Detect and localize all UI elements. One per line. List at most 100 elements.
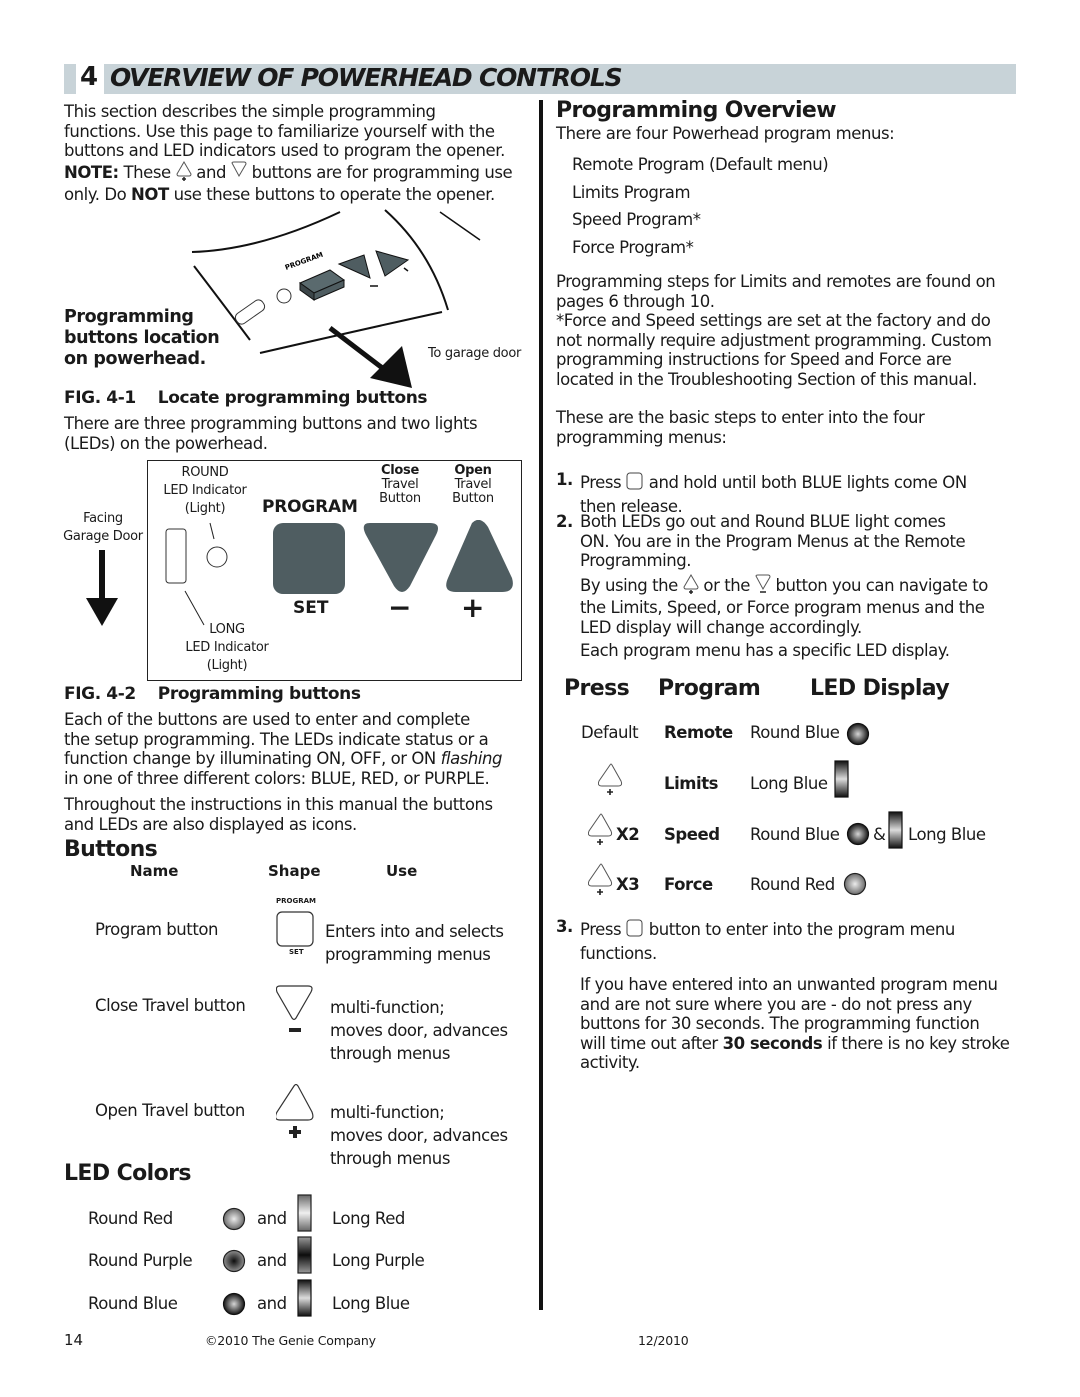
long-led-leader <box>184 590 205 626</box>
led-round-label: Round Red <box>88 1209 173 1228</box>
set-label: SET <box>293 598 329 618</box>
para-line: If you have entered into an unwanted pro… <box>580 975 998 994</box>
note-text: buttons are for programming use <box>246 162 513 182</box>
led-and: and <box>257 1209 287 1228</box>
button-row-name: Program button <box>95 920 218 939</box>
open-travel-button <box>446 520 513 592</box>
powerhead-outline <box>439 211 481 241</box>
close-travel-minus-icon <box>276 985 313 1032</box>
desc-line: (LEDs) on the powerhead. <box>64 433 268 453</box>
open-travel-plus-icon <box>588 863 613 895</box>
plus-mark <box>403 267 409 272</box>
para-line: not normally require adjustment programm… <box>556 330 992 350</box>
para-line: programming instructions for Speed and F… <box>556 350 952 369</box>
use-line: multi-function; <box>330 1103 445 1122</box>
round-red-led-icon <box>222 1207 246 1231</box>
para-line: These are the basic steps to enter into … <box>556 408 925 427</box>
table-led: Round Red <box>750 875 835 894</box>
col-header-name: Name <box>130 862 179 880</box>
button-row-use: multi-function; moves door, advances thr… <box>330 996 508 1065</box>
program-label: PROGRAM <box>262 497 358 517</box>
led-and: and <box>257 1251 287 1270</box>
round-red-led-icon <box>843 872 867 896</box>
table-program: Speed <box>664 825 720 844</box>
long-led-icon <box>165 528 187 584</box>
label-line: LONG <box>209 622 245 637</box>
program-set-button-icon <box>276 911 314 947</box>
para-line: located in the Troubleshooting Section o… <box>556 369 977 389</box>
para-line: the setup programming. The LEDs indicate… <box>64 729 489 749</box>
table-led: Round Blue <box>750 723 840 742</box>
step-1: Press and hold until both BLUE lights co… <box>580 470 967 516</box>
led-colors-heading: LED Colors <box>64 1161 191 1186</box>
para-text: function change by illuminating ON, OFF,… <box>64 749 441 768</box>
button-row-name: Close Travel button <box>95 996 246 1015</box>
para-line: will time out after 30 seconds if there … <box>580 1033 1010 1054</box>
facing-garage-door-label: Facing Garage Door <box>60 510 146 546</box>
use-line: moves door, advances <box>330 1021 508 1040</box>
facing-line: Facing <box>83 511 123 526</box>
round-led-icon <box>206 546 228 568</box>
programming-overview-heading: Programming Overview <box>556 98 837 123</box>
step-text: and hold until both BLUE lights come ON <box>643 472 967 492</box>
step-line: By using the or the button you can navig… <box>580 573 988 599</box>
round-blue-led-icon <box>846 722 870 746</box>
led-and: and <box>257 1294 287 1313</box>
step-line: the Limits, Speed, or Force program menu… <box>580 598 985 617</box>
long-led-outline <box>234 299 266 325</box>
label-line: (Light) <box>206 658 248 673</box>
table-led: Round Blue <box>750 825 840 844</box>
step-line: Press button to enter into the program m… <box>580 917 955 944</box>
caption-line: buttons location <box>64 328 220 348</box>
note-text: These <box>118 162 176 182</box>
facing-down-arrow-icon <box>86 550 118 626</box>
para-line: function change by illuminating ON, OFF,… <box>64 749 503 769</box>
para-line: pages 6 through 10. <box>556 291 715 311</box>
program-set-button-icon <box>626 470 644 497</box>
fig1-description: There are three programming buttons and … <box>64 414 478 453</box>
use-line: through menus <box>330 1044 450 1063</box>
round-led-label: ROUND LED Indicator (Light) <box>150 464 260 518</box>
long-purple-led-icon <box>297 1236 312 1274</box>
long-led-label: LONG LED Indicator (Light) <box>172 621 282 675</box>
use-line: programming menus <box>325 945 491 964</box>
led-round-label: Round Blue <box>88 1294 178 1313</box>
use-line: Enters into and selects <box>325 922 504 941</box>
label-line: ROUND <box>181 465 229 480</box>
long-blue-led-icon <box>888 811 903 849</box>
menu-item: Speed Program* <box>572 210 701 229</box>
footer-date: 12/2010 <box>638 1333 689 1348</box>
para-italic: flashing <box>440 749 503 768</box>
note-label: NOTE: <box>64 162 119 182</box>
note-line: NOTE: These and buttons are for programm… <box>64 160 534 186</box>
timeout-paragraph: If you have entered into an unwanted pro… <box>580 975 1010 1073</box>
para-line: programming menus: <box>556 427 727 447</box>
round-purple-led-icon <box>222 1249 246 1273</box>
menu-item: Limits Program <box>572 182 691 202</box>
table-header-press: Press <box>564 676 630 701</box>
label-line: Open <box>454 463 492 478</box>
program-button-3d <box>298 269 346 301</box>
led-indicators <box>165 522 228 626</box>
label-line: Travel <box>381 477 419 492</box>
use-line: multi-function; <box>330 998 445 1017</box>
table-press: X3 <box>616 875 640 894</box>
powerhead-outline <box>191 211 341 253</box>
para-line: and LEDs are also displayed as icons. <box>64 814 357 834</box>
open-travel-plus-icon <box>175 160 192 186</box>
to-garage-door-label: To garage door <box>428 346 522 361</box>
long-blue-led-icon <box>297 1279 312 1317</box>
table-led: Long Blue <box>750 774 828 793</box>
para-text: if there is no key stroke <box>822 1033 1010 1053</box>
menu-item: Remote Program (Default menu) <box>572 155 829 174</box>
led-round-label: Round Purple <box>88 1251 193 1270</box>
para-line: buttons for 30 seconds. The programming … <box>580 1014 980 1033</box>
page-number: 14 <box>64 1331 84 1349</box>
round-blue-led-icon <box>846 822 870 846</box>
plus-label: + <box>461 591 485 624</box>
program-menu-list: Remote Program (Default menu) Limits Pro… <box>572 151 829 261</box>
step-text: or the <box>698 575 755 595</box>
para-line: activity. <box>580 1053 640 1072</box>
close-travel-button <box>363 523 438 592</box>
program-icon-top-label: PROGRAM <box>276 897 316 905</box>
